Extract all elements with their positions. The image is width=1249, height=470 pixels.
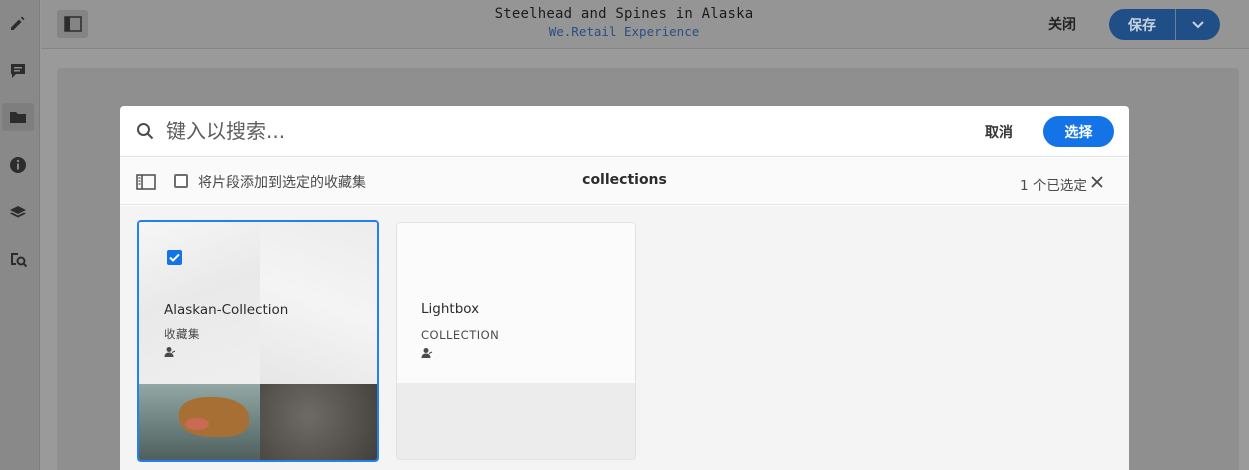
- document-subtitle[interactable]: We.Retail Experience: [41, 24, 1207, 39]
- search-input[interactable]: [166, 115, 866, 147]
- checkmark-icon: [169, 253, 180, 262]
- card-type: 收藏集: [164, 327, 200, 341]
- collection-grid: Alaskan-Collection 收藏集 Lightbox COLLECTI…: [120, 206, 1129, 470]
- info-icon: [10, 157, 26, 173]
- editor-header: Steelhead and Spines in Alaska We.Retail…: [41, 0, 1249, 49]
- collections-button[interactable]: [2, 103, 34, 131]
- toggle-rail-button[interactable]: [136, 173, 156, 191]
- chevron-down-icon: [1192, 20, 1204, 28]
- add-to-collection-label: 将片段添加到选定的收藏集: [198, 175, 366, 191]
- collection-card-lightbox[interactable]: Lightbox COLLECTION: [396, 222, 636, 460]
- selection-count: 1 个已选定: [1020, 178, 1087, 194]
- asset-search-icon: [11, 253, 27, 268]
- close-button[interactable]: 关闭: [1048, 14, 1076, 34]
- card-title: Alaskan-Collection: [164, 302, 289, 318]
- dialog-toolbar: 将片段添加到选定的收藏集 collections 1 个已选定: [120, 158, 1129, 205]
- left-rail: [0, 0, 40, 470]
- empty-thumbnail: [397, 383, 635, 459]
- annotations-button[interactable]: [2, 57, 34, 85]
- comment-icon: [11, 64, 25, 78]
- card-title: Lightbox: [421, 301, 480, 317]
- card-type: COLLECTION: [421, 328, 500, 342]
- card-select-checkbox[interactable]: [167, 250, 182, 265]
- thumbnail-tile: [260, 384, 377, 460]
- select-button[interactable]: 选择: [1043, 116, 1114, 147]
- edit-button[interactable]: [2, 9, 34, 37]
- save-options-button[interactable]: [1176, 9, 1220, 40]
- collection-picker-dialog: 取消 选择 将片段添加到选定的收藏集 collections 1 个已选定 Al…: [120, 106, 1129, 470]
- bear-image: [179, 397, 249, 437]
- document-title: Steelhead and Spines in Alaska: [494, 6, 754, 22]
- shared-user-icon: [421, 348, 433, 358]
- info-button[interactable]: [2, 151, 34, 179]
- variations-button[interactable]: [2, 199, 34, 227]
- save-button-group: 保存: [1109, 9, 1220, 40]
- asset-search-button[interactable]: [2, 245, 34, 273]
- add-to-collection-checkbox[interactable]: [174, 174, 188, 188]
- fish-image: [185, 418, 209, 430]
- close-icon[interactable]: [1090, 175, 1104, 189]
- collection-card-alaskan[interactable]: Alaskan-Collection 收藏集: [137, 220, 379, 462]
- layers-icon: [10, 206, 26, 218]
- shared-user-icon: [164, 347, 176, 357]
- search-icon: [137, 123, 154, 140]
- cancel-button[interactable]: 取消: [985, 122, 1013, 142]
- document-title-block: Steelhead and Spines in Alaska We.Retail…: [41, 6, 1207, 39]
- save-button[interactable]: 保存: [1109, 9, 1175, 40]
- search-bar: 取消 选择: [120, 106, 1129, 157]
- pencil-icon: [11, 16, 25, 30]
- folder-icon: [10, 112, 26, 123]
